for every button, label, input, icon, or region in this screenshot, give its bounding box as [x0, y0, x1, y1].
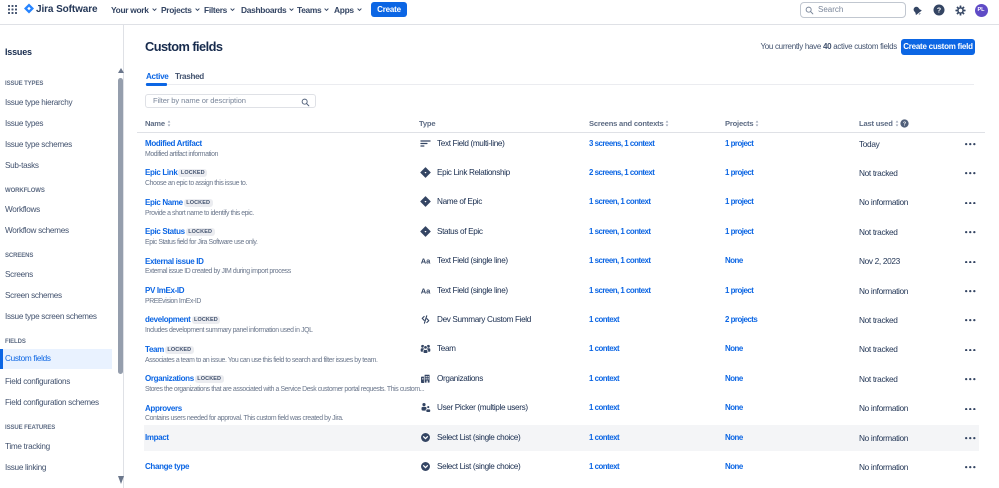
- svg-text:Aa: Aa: [421, 286, 431, 295]
- svg-text:?: ?: [903, 121, 906, 127]
- svg-text:?: ?: [936, 8, 940, 15]
- svg-text:Aa: Aa: [421, 256, 431, 265]
